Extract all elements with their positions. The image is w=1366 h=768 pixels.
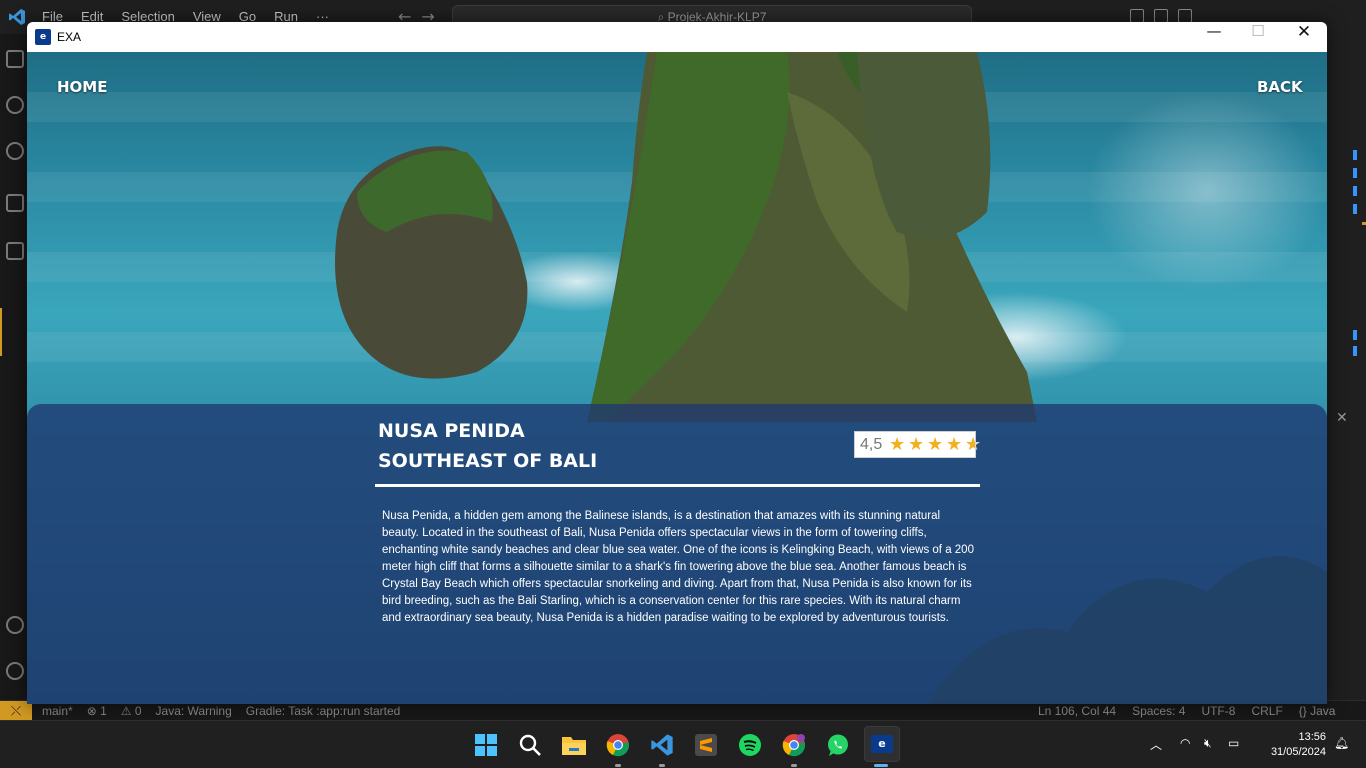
java-status[interactable]: Java: Warning xyxy=(156,704,232,718)
status-right: Ln 106, Col 44 Spaces: 4 UTF-8 CRLF {} J… xyxy=(1038,704,1335,718)
toggle-secondary-sidebar-icon[interactable] xyxy=(1178,9,1192,23)
hero-image: HOME BACK NUSA PENIDA SOUTHEAST OF BALI … xyxy=(27,52,1327,704)
search-icon[interactable] xyxy=(6,96,24,114)
exa-taskbar-icon[interactable]: e xyxy=(864,726,900,767)
status-left: main* ⊗ 1 ⚠ 0 Java: Warning Gradle: Task… xyxy=(42,704,400,718)
indentation[interactable]: Spaces: 4 xyxy=(1132,704,1185,718)
account-icon[interactable] xyxy=(6,616,24,634)
panel-close-icon[interactable]: ✕ xyxy=(1336,410,1348,426)
minimize-button[interactable]: — xyxy=(1191,22,1237,52)
remote-icon[interactable]: ⤬ xyxy=(0,701,32,721)
overview-marker xyxy=(1353,186,1357,196)
destination-info-panel: NUSA PENIDA SOUTHEAST OF BALI 4,5 ★ ★ ★ ★ ★ … xyxy=(27,404,1327,704)
overview-marker xyxy=(1353,204,1357,214)
rating-value: 4,5 xyxy=(860,436,883,453)
app-titlebar: e EXA — ☐ ✕ xyxy=(27,22,1327,52)
title-divider xyxy=(375,484,980,487)
star-icon: ★ xyxy=(946,434,963,455)
spotify-icon[interactable] xyxy=(734,729,766,761)
overview-marker xyxy=(1353,346,1357,356)
encoding[interactable]: UTF-8 xyxy=(1201,704,1235,718)
small-rock-island xyxy=(335,146,528,379)
manage-gear-icon[interactable] xyxy=(6,662,24,680)
destination-region: SOUTHEAST OF BALI xyxy=(378,450,598,472)
source-control-icon[interactable] xyxy=(6,142,24,160)
toggle-sidebar-icon[interactable] xyxy=(1130,9,1144,23)
editor-scroll-overview xyxy=(1327,34,1366,700)
branch-status[interactable]: main* xyxy=(42,704,73,718)
search-icon[interactable] xyxy=(514,729,546,761)
window-title: EXA xyxy=(57,30,82,44)
windows-start-icon[interactable] xyxy=(470,729,502,761)
layout-controls xyxy=(1130,9,1192,23)
star-icon: ★ xyxy=(927,434,944,455)
volume-muted-icon[interactable]: 🔇︎ xyxy=(1204,736,1212,751)
star-icon: ★ xyxy=(965,434,984,455)
star-icon: ★ xyxy=(889,434,906,455)
overview-marker xyxy=(1353,330,1357,340)
star-icon: ★ xyxy=(908,434,925,455)
battery-icon[interactable]: ▭ xyxy=(1228,736,1239,750)
close-button[interactable]: ✕ xyxy=(1281,22,1327,52)
chrome-icon[interactable] xyxy=(602,729,634,767)
activity-bar xyxy=(0,34,27,700)
overview-warning xyxy=(1362,222,1366,225)
rating-widget: 4,5 ★ ★ ★ ★ ★ xyxy=(854,431,981,458)
cursor-position[interactable]: Ln 106, Col 44 xyxy=(1038,704,1116,718)
clock-date: 31/05/2024 xyxy=(1270,746,1326,758)
back-link[interactable]: BACK xyxy=(1257,78,1303,96)
overview-marker xyxy=(1353,168,1357,178)
exa-app-window: e EXA — ☐ ✕ HOME BACK NUSA PENIDA SOUTHE… xyxy=(27,22,1327,704)
toggle-panel-icon[interactable] xyxy=(1154,9,1168,23)
back-cliff xyxy=(857,52,991,239)
windows-taskbar: e ︿ ◠ 🔇︎ ▭ 13:56 31/05/2024 🔔︎ xyxy=(0,720,1366,768)
home-link[interactable]: HOME xyxy=(57,78,107,96)
destination-description: Nusa Penida, a hidden gem among the Bali… xyxy=(382,510,974,624)
notifications-icon[interactable]: 🔔︎ xyxy=(1334,736,1349,750)
sublime-text-icon[interactable] xyxy=(690,729,722,761)
run-debug-icon[interactable] xyxy=(6,194,24,212)
vscode-logo-icon xyxy=(9,9,25,25)
language-mode[interactable]: {} Java xyxy=(1299,704,1336,718)
explorer-icon[interactable] xyxy=(6,50,24,68)
problems-warnings[interactable]: ⚠ 0 xyxy=(121,704,142,718)
exa-app-icon: e xyxy=(35,29,51,45)
overview-marker xyxy=(1353,150,1357,160)
rating-stars: ★ ★ ★ ★ ★ xyxy=(889,434,984,455)
extensions-icon[interactable] xyxy=(6,242,24,260)
chrome-profile-icon[interactable] xyxy=(778,729,810,767)
file-explorer-icon[interactable] xyxy=(558,729,590,761)
whatsapp-icon[interactable] xyxy=(822,729,854,761)
system-clock[interactable]: 13:56 31/05/2024 xyxy=(1256,730,1326,760)
wifi-icon[interactable]: ◠ xyxy=(1180,736,1190,750)
gradle-status[interactable]: Gradle: Task :app:run started xyxy=(246,704,401,718)
line-ending[interactable]: CRLF xyxy=(1251,704,1282,718)
show-hidden-icons-icon[interactable]: ︿ xyxy=(1150,736,1162,753)
clock-time: 13:56 xyxy=(1298,731,1326,743)
destination-name: NUSA PENIDA xyxy=(378,420,525,442)
problems-errors[interactable]: ⊗ 1 xyxy=(87,704,107,718)
vscode-taskbar-icon[interactable] xyxy=(646,729,678,767)
active-indicator xyxy=(0,308,2,356)
maximize-button[interactable]: ☐ xyxy=(1235,22,1281,52)
